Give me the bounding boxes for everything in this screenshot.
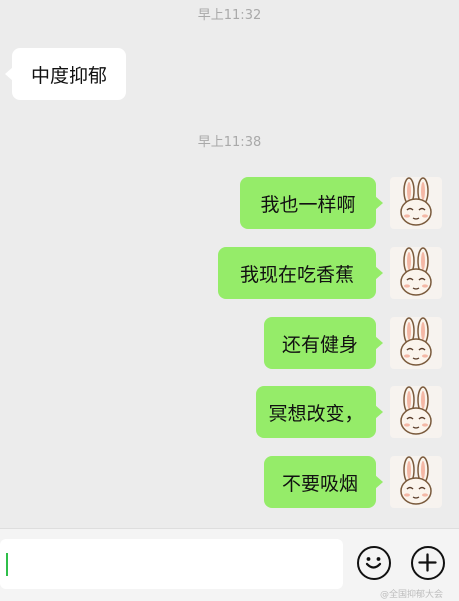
outgoing-message-bubble[interactable]: 不要吸烟: [264, 456, 383, 508]
outgoing-message-bubble[interactable]: 冥想改变，: [256, 386, 383, 438]
message-text: 还有健身: [281, 333, 358, 356]
watermark: @全国抑郁大会: [380, 590, 444, 600]
plus-icon: [418, 553, 437, 572]
smile-icon: [365, 557, 382, 569]
outgoing-message-bubble[interactable]: 我也一样啊: [240, 177, 383, 229]
message-text: 我也一样啊: [260, 193, 356, 216]
add-button[interactable]: [411, 546, 445, 580]
timestamp: 早上11:38: [197, 135, 262, 150]
message-input[interactable]: [0, 539, 343, 589]
rabbit-sticker-avatar[interactable]: [390, 247, 442, 299]
rabbit-sticker-avatar[interactable]: [390, 177, 442, 229]
message-text: 我现在吃香蕉: [239, 263, 354, 286]
message-text: 不要吸烟: [281, 472, 358, 495]
rabbit-sticker-avatar[interactable]: [390, 386, 442, 438]
text-caret: [6, 553, 8, 576]
emoji-button[interactable]: [357, 546, 391, 580]
rabbit-sticker-avatar[interactable]: [390, 317, 442, 369]
message-text: 中度抑郁: [30, 64, 107, 87]
rabbit-sticker-avatar[interactable]: [390, 456, 442, 508]
outgoing-message-bubble[interactable]: 我现在吃香蕉: [218, 247, 383, 299]
outgoing-message-bubble[interactable]: 还有健身: [264, 317, 383, 369]
message-text: 冥想改变，: [268, 402, 364, 425]
timestamp: 早上11:32: [197, 8, 262, 23]
incoming-message-bubble[interactable]: 中度抑郁: [5, 48, 126, 100]
